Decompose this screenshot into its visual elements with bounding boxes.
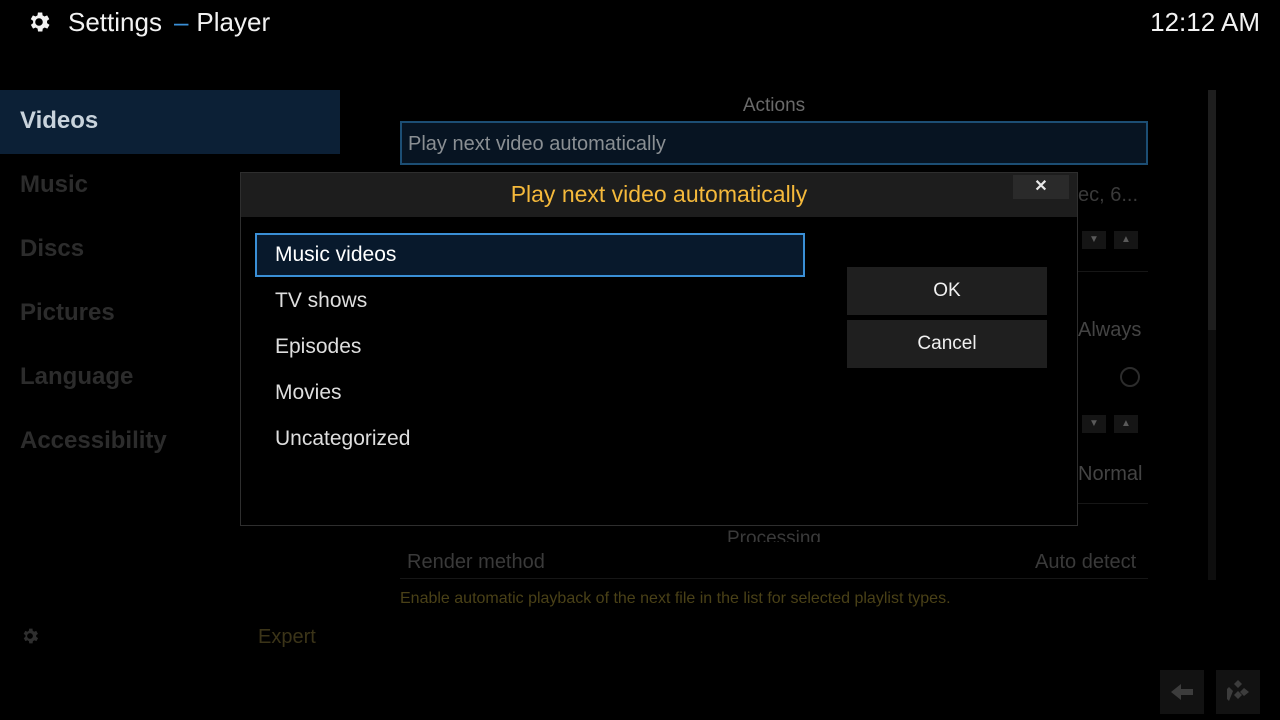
ok-button[interactable]: OK [847,267,1047,315]
spinner-down-icon[interactable]: ▼ [1082,231,1106,249]
sidebar-item-label: Videos [20,107,99,134]
setting-row-play-next[interactable]: Play next video automatically [400,121,1148,165]
option-music-videos[interactable]: Music videos [255,233,805,277]
spinner-up-icon[interactable]: ▲ [1114,231,1138,249]
setting-partial-value: ec, 6... [1078,184,1139,206]
breadcrumb-page: Player [196,7,271,37]
kodi-logo-button[interactable] [1216,670,1260,714]
settings-level-label[interactable]: Expert [258,626,316,649]
sidebar-item-label: Language [20,363,134,390]
dialog-header: Play next video automatically ✕ [241,173,1077,217]
setting-label-render-method[interactable]: Render method [407,551,545,574]
back-arrow-icon [1171,684,1193,700]
sidebar-item-label: Pictures [20,299,115,326]
dialog-close-button[interactable]: ✕ [1013,175,1069,199]
dialog-title: Play next video automatically [510,181,808,207]
select-dialog: Play next video automatically ✕ Music vi… [240,172,1078,526]
setting-value-normal: Normal [1078,463,1143,485]
option-label: Uncategorized [275,427,411,450]
setting-value-render-method: Auto detect [1035,551,1137,573]
setting-value-always: Always [1078,319,1142,341]
sidebar-item-label: Accessibility [20,427,167,454]
option-label: TV shows [275,289,368,312]
close-icon: ✕ [1034,178,1048,195]
kodi-logo-icon [1227,680,1249,701]
option-tv-shows[interactable]: TV shows [255,279,805,323]
back-button[interactable] [1160,670,1204,714]
section-header-actions: Actions [742,95,806,116]
option-label: Music videos [275,243,397,266]
option-label: Movies [275,381,342,404]
option-episodes[interactable]: Episodes [255,325,805,369]
breadcrumb-section: Settings [68,7,162,37]
clock: 12:12 AM [1150,7,1260,37]
divider [400,578,1148,579]
option-label: Episodes [275,335,362,358]
sidebar-item-videos[interactable]: Videos [0,90,340,154]
page-title: Settings – Player [68,7,270,38]
settings-level-gear-icon[interactable] [20,626,40,646]
sidebar-item-label: Discs [20,235,85,262]
spinner-down-icon[interactable]: ▼ [1082,415,1106,433]
option-uncategorized[interactable]: Uncategorized [255,417,805,461]
sidebar-item-label: Music [20,171,89,198]
header-bar: Settings – Player 12:12 AM [0,0,1280,46]
breadcrumb-separator: – [173,7,189,37]
radio-toggle-icon[interactable] [1120,367,1140,387]
spinner-up-icon[interactable]: ▲ [1114,415,1138,433]
cancel-button[interactable]: Cancel [847,320,1047,368]
setting-hint-text: Enable automatic playback of the next fi… [400,590,951,607]
option-movies[interactable]: Movies [255,371,805,415]
section-header-processing: Processing [727,528,821,542]
scrollbar[interactable] [1208,90,1216,580]
setting-row-label: Play next video automatically [408,133,666,155]
scrollbar-thumb[interactable] [1208,90,1216,330]
gear-icon [30,12,50,32]
